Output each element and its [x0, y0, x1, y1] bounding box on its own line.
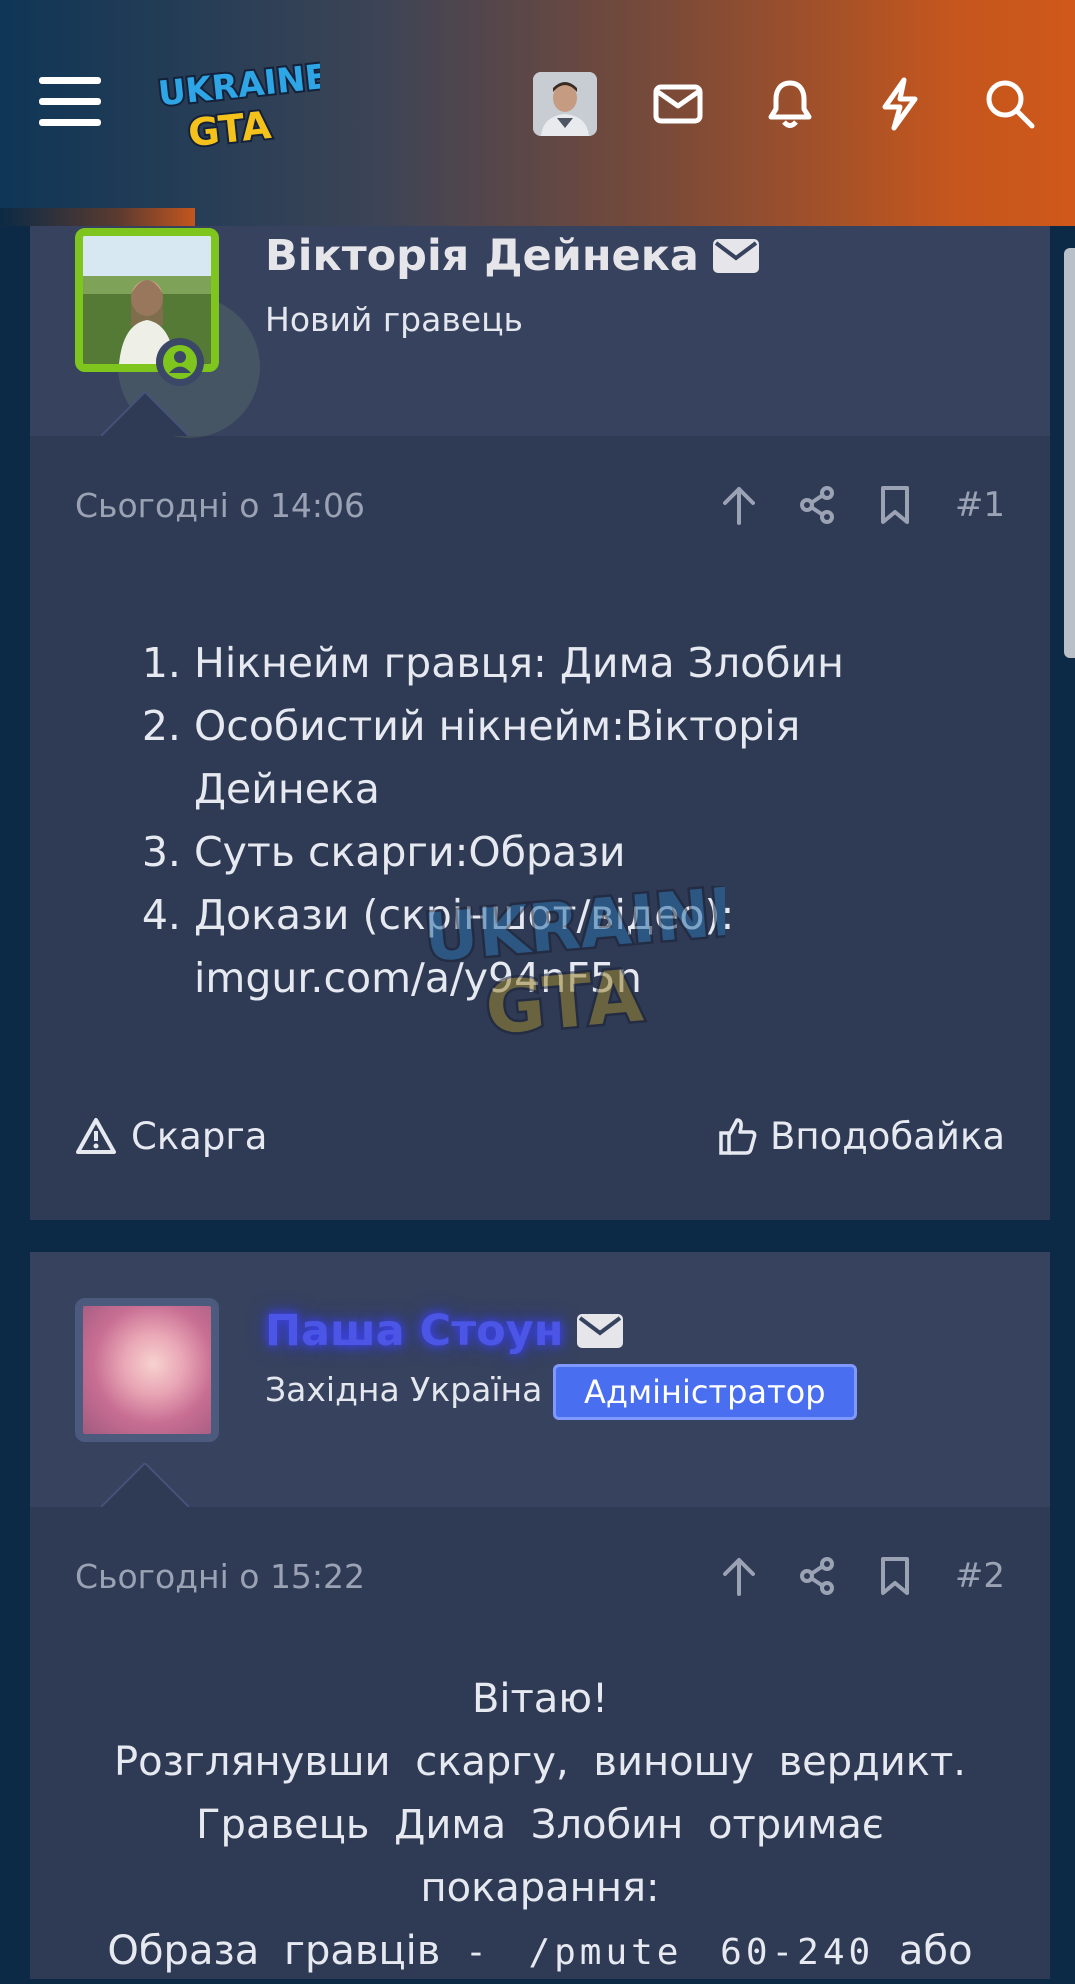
lightning-icon[interactable] — [876, 74, 924, 134]
message-icon[interactable] — [712, 239, 759, 273]
post-meta: Сьогодні о 15:22 #2 — [75, 1546, 1005, 1606]
list-item: Особистий нікнейм:Вікторія Дейнека — [194, 695, 980, 821]
username[interactable]: Вікторія Дейнека — [265, 226, 759, 286]
user-avatar[interactable] — [533, 72, 597, 136]
user-title: Новий гравець — [265, 300, 524, 339]
report-button[interactable]: Скарга — [75, 1115, 718, 1158]
arrow-up-icon[interactable] — [715, 481, 763, 529]
post-meta: Сьогодні о 14:06 #1 — [75, 475, 1005, 535]
arrow-up-icon[interactable] — [715, 1552, 763, 1600]
mail-icon[interactable] — [650, 78, 706, 130]
user-title: Західна Україна — [265, 1370, 543, 1409]
text-line: Розглянувши скаргу, виношу вердикт. — [114, 1739, 966, 1785]
scrollbar[interactable] — [1064, 248, 1075, 658]
post-body: Вітаю! Розглянувши скаргу, виношу вердик… — [30, 1668, 1050, 1984]
header-accent-strip — [0, 208, 195, 226]
list-item: Суть скарги:Образи — [194, 821, 980, 884]
search-icon[interactable] — [980, 76, 1040, 132]
text-line: Вітаю! — [471, 1676, 609, 1722]
bookmark-icon[interactable] — [871, 1552, 919, 1600]
thumbs-up-icon — [719, 1118, 757, 1155]
bell-icon[interactable] — [763, 76, 817, 132]
share-icon[interactable] — [793, 1552, 841, 1600]
post-pointer-outline — [101, 392, 189, 436]
site-logo[interactable]: UKRAINE GTA — [150, 58, 320, 148]
role-badge: Адміністратор — [553, 1364, 857, 1420]
command-text: - /pmute 60-240 — [465, 1932, 875, 1973]
share-icon[interactable] — [793, 481, 841, 529]
forum-post: Вікторія Дейнека Новий гравець Сьогодні … — [30, 226, 1050, 1220]
list-item: Нікнейм гравця: Дима Злобин — [194, 632, 980, 695]
post-time[interactable]: Сьогодні о 14:06 — [75, 486, 715, 525]
text-line: Гравець Дима Злобин отримає — [196, 1802, 884, 1848]
text-line: покарання: — [420, 1865, 660, 1911]
message-icon[interactable] — [577, 1314, 624, 1348]
post-actions: Скарга Вподобайка — [75, 1106, 1005, 1166]
text-fragment: Образа гравців — [107, 1928, 441, 1974]
svg-text:GTA: GTA — [482, 953, 646, 1036]
post-pointer-outline — [101, 1463, 189, 1507]
warning-icon — [76, 1118, 116, 1154]
text-line: Образа гравців - /pmute 60-240 або — [30, 1920, 1050, 1984]
top-navigation-bar: UKRAINE GTA — [0, 0, 1075, 226]
like-button[interactable]: Вподобайка — [718, 1115, 1005, 1158]
text-fragment: або — [898, 1928, 973, 1974]
watermark-logo: UKRAINE GTA — [425, 886, 725, 1036]
post-time[interactable]: Сьогодні о 15:22 — [75, 1557, 715, 1596]
report-label: Скарга — [131, 1114, 268, 1158]
post-number[interactable]: #1 — [955, 485, 1005, 525]
svg-text:GTA: GTA — [186, 103, 274, 148]
bookmark-icon[interactable] — [871, 481, 919, 529]
post-number[interactable]: #2 — [955, 1556, 1005, 1596]
like-label: Вподобайка — [770, 1114, 1005, 1158]
online-status-badge — [156, 338, 204, 386]
avatar[interactable] — [75, 1298, 219, 1442]
menu-icon[interactable] — [30, 66, 110, 136]
username[interactable]: Паша Стоун — [265, 1296, 624, 1366]
